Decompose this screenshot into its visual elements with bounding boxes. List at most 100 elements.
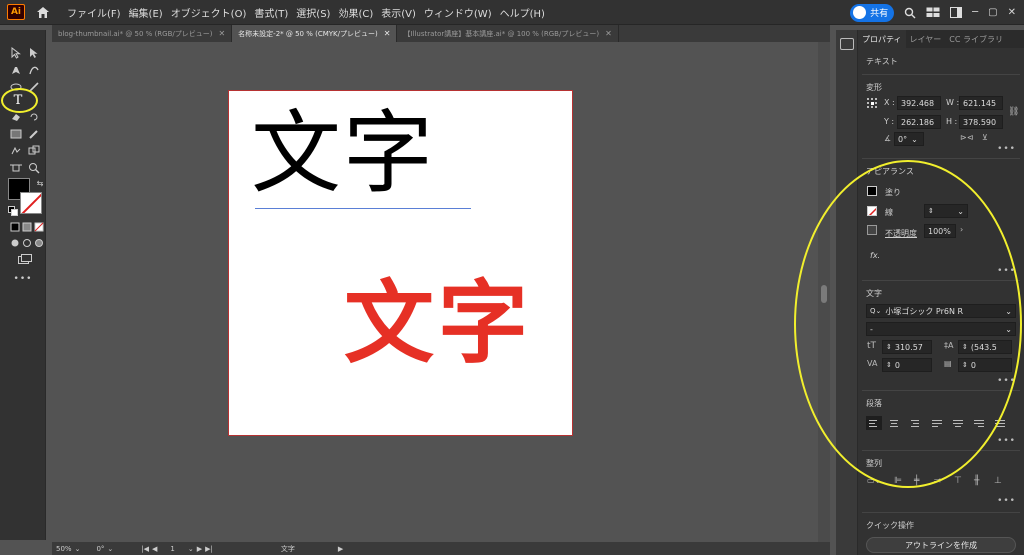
minimize-icon[interactable]: ─ <box>972 7 978 18</box>
current-tool-label: 文字 <box>280 544 295 553</box>
illustrator-window: Ai ファイル(F) 編集(E) オブジェクト(O) 書式(T) 選択(S) 効… <box>0 0 1024 555</box>
menu-effect[interactable]: 効果(C) <box>334 5 377 20</box>
tab-properties[interactable]: プロパティ <box>858 30 906 48</box>
canvas-area[interactable]: 文字 文字 <box>52 42 830 542</box>
more-options-icon[interactable]: ••• <box>997 436 1016 446</box>
menu-file[interactable]: ファイル(F) <box>63 5 125 20</box>
puppet-warp-tool-icon[interactable] <box>9 144 23 158</box>
constrain-proportions-icon[interactable]: ⛓ <box>1008 107 1019 117</box>
restore-icon[interactable]: ▢ <box>988 7 997 18</box>
rotation-select[interactable]: 0° ⌄ <box>92 545 117 553</box>
align-bottom-edge-icon[interactable]: ⊥ <box>994 476 1002 486</box>
create-outlines-button[interactable]: アウトラインを作成 <box>866 537 1016 553</box>
h-field[interactable]: 378.590 <box>959 115 1003 129</box>
workspace-icon[interactable] <box>950 7 963 18</box>
swap-colors-icon[interactable]: ⇆ <box>33 176 47 190</box>
tab-cc-libraries[interactable]: CC ライブラリ <box>945 30 1007 48</box>
direct-selection-tool-icon[interactable] <box>27 46 41 60</box>
text-object-black[interactable]: 文字 <box>251 109 435 199</box>
menu-select[interactable]: 選択(S) <box>292 5 334 20</box>
prev-artboard-icon[interactable]: ◀ <box>152 545 157 553</box>
draw-inside-icon[interactable] <box>32 236 46 250</box>
artboard-number[interactable]: 1 <box>170 545 174 553</box>
tab-label: blog-thumbnail.ai* @ 50 % (RGB/プレビュー) <box>58 29 213 38</box>
shape-builder-tool-icon[interactable] <box>27 144 41 158</box>
menu-edit[interactable]: 編集(E) <box>125 5 167 20</box>
current-tool-display[interactable]: 文字 ▶ <box>277 544 347 554</box>
type-tool-icon[interactable]: T <box>11 93 25 108</box>
tab-illustrator-course[interactable]: 【Illustrator講座】基本講座.ai* @ 100 % (RGB/プレビ… <box>397 25 619 42</box>
tab-layers[interactable]: レイヤー <box>906 30 946 48</box>
stroke-color-swatch[interactable] <box>20 192 42 214</box>
tab-blog-thumbnail[interactable]: blog-thumbnail.ai* @ 50 % (RGB/プレビュー) ✕ <box>52 25 233 42</box>
tab-untitled-2[interactable]: 名称未設定-2* @ 50 % (CMYK/プレビュー) ✕ <box>232 25 398 42</box>
h-label: H : <box>946 117 958 126</box>
menu-window[interactable]: ウィンドウ(W) <box>420 5 496 20</box>
none-mode-icon[interactable] <box>32 220 46 234</box>
menu-items: ファイル(F) 編集(E) オブジェクト(O) 書式(T) 選択(S) 効果(C… <box>63 5 549 20</box>
selection-tool-icon[interactable] <box>9 46 23 60</box>
user-icon <box>853 6 867 19</box>
share-button[interactable]: 共有 <box>850 3 895 22</box>
curvature-tool-icon[interactable] <box>27 63 41 77</box>
rotation-value: 0° <box>898 134 908 144</box>
panel-tabs: プロパティ レイヤー CC ライブラリ <box>858 30 1024 48</box>
search-icon[interactable] <box>904 7 916 19</box>
transform-title: 変形 <box>866 83 882 92</box>
home-icon[interactable] <box>33 2 53 22</box>
first-artboard-icon[interactable]: |◀ <box>141 545 149 553</box>
w-label: W : <box>946 98 960 107</box>
align-top-edge-icon[interactable]: ⊤ <box>954 476 962 486</box>
divider <box>862 158 1020 159</box>
close-icon[interactable]: ✕ <box>605 29 612 38</box>
chevron-down-icon: ⌄ <box>187 544 194 553</box>
menu-help[interactable]: ヘルプ(H) <box>496 5 549 20</box>
comments-icon[interactable] <box>840 38 854 50</box>
flip-vertical-icon[interactable]: ⊻ <box>982 133 988 142</box>
menu-type[interactable]: 書式(T) <box>250 5 292 20</box>
divider <box>862 74 1020 75</box>
pen-tool-icon[interactable] <box>9 63 23 77</box>
menu-object[interactable]: オブジェクト(O) <box>167 5 251 20</box>
text-object-red[interactable]: 文字 <box>344 279 532 369</box>
status-bar: 50% ⌄ 0° ⌄ |◀ ◀ 1 ⌄ ▶ ▶| 文字 ▶ <box>52 542 830 555</box>
close-icon[interactable]: ✕ <box>218 29 225 38</box>
share-label: 共有 <box>870 9 889 19</box>
eyedropper-tool-icon[interactable] <box>27 127 41 141</box>
tools-panel: T ⇆ ••• <box>0 30 46 540</box>
reference-point-icon[interactable] <box>867 98 879 110</box>
more-tools-icon[interactable]: ••• <box>14 272 32 286</box>
chevron-down-icon: ⌄ <box>107 544 114 553</box>
more-options-icon[interactable]: ••• <box>997 144 1016 154</box>
artboard[interactable]: 文字 文字 <box>228 90 573 436</box>
artboard-tool-icon[interactable] <box>9 161 23 175</box>
menu-view[interactable]: 表示(V) <box>377 5 420 20</box>
zoom-tool-icon[interactable] <box>27 161 41 175</box>
close-icon[interactable]: ✕ <box>384 29 391 38</box>
rotate-tool-icon[interactable] <box>27 110 41 124</box>
default-colors-icon[interactable] <box>6 204 20 218</box>
divider <box>862 512 1020 513</box>
zoom-value: 50% <box>56 544 72 553</box>
next-artboard-icon[interactable]: ▶ <box>197 545 202 553</box>
align-vertical-center-icon[interactable]: ╫ <box>974 476 979 486</box>
rotation-field[interactable]: 0° ⌄ <box>894 132 924 146</box>
tab-label: 【Illustrator講座】基本講座.ai* @ 100 % (RGB/プレビ… <box>403 29 600 38</box>
arrange-documents-icon[interactable] <box>926 7 940 18</box>
close-icon[interactable]: ✕ <box>1008 7 1016 18</box>
zoom-select[interactable]: 50% ⌄ <box>52 545 84 553</box>
artboard-navigator[interactable]: |◀ ◀ 1 ⌄ ▶ ▶| <box>137 545 217 553</box>
expand-icon: ▶ <box>337 544 344 553</box>
flip-horizontal-icon[interactable]: ⊳⊲ <box>960 133 973 142</box>
gradient-tool-icon[interactable] <box>9 127 23 141</box>
x-field[interactable]: 392.468 <box>897 96 941 110</box>
chevron-down-icon: ⌄ <box>911 134 918 144</box>
x-label: X : <box>884 98 895 107</box>
last-artboard-icon[interactable]: ▶| <box>205 545 213 553</box>
y-field[interactable]: 262.186 <box>897 115 941 129</box>
w-field[interactable]: 621.145 <box>959 96 1003 110</box>
more-options-icon[interactable]: ••• <box>997 496 1016 506</box>
text-baseline <box>255 208 471 209</box>
eraser-tool-icon[interactable] <box>9 110 23 124</box>
screen-mode-icon[interactable] <box>18 252 32 266</box>
